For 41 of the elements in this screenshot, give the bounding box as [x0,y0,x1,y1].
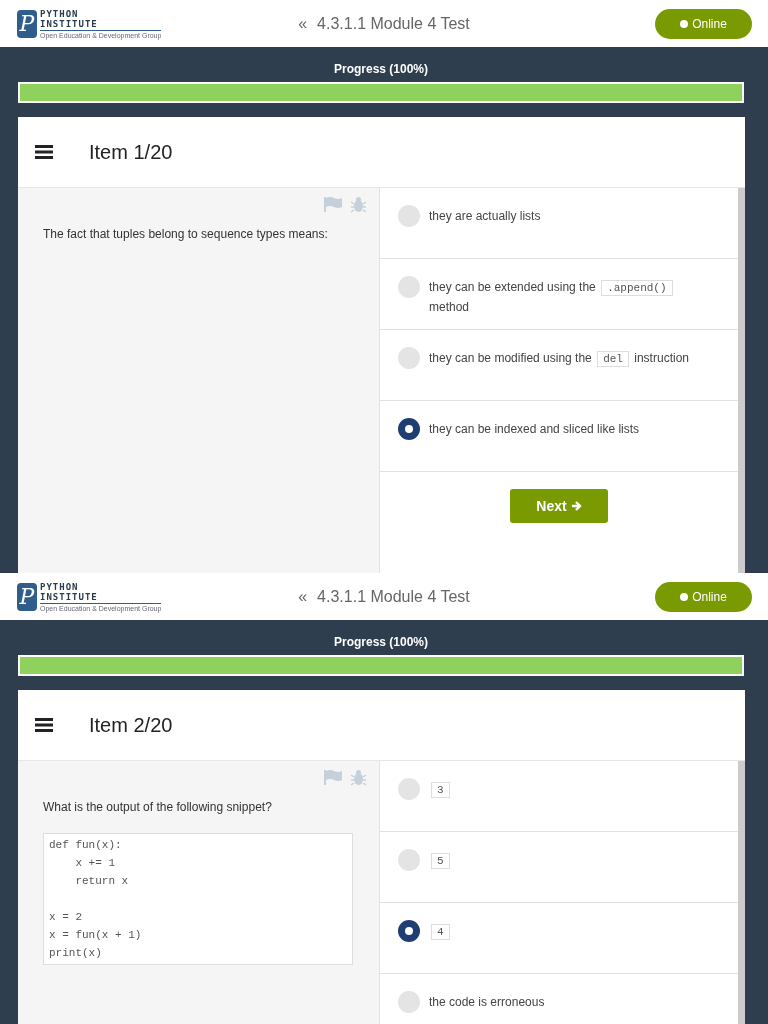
answer-option[interactable]: they are actually lists [429,206,541,226]
answer-option[interactable]: they can be extended using the .append() method [429,277,694,317]
logo-mark: P [17,9,37,38]
radio-button[interactable] [398,991,420,1013]
bug-icon[interactable] [350,196,367,213]
answer-option[interactable]: they can be indexed and sliced like lists [429,419,640,439]
menu-icon[interactable] [35,145,53,159]
item-title: Item 1/20 [89,140,173,164]
answer-option[interactable]: 3 [429,779,452,799]
logo-mark: P [17,582,37,611]
radio-button[interactable] [398,778,420,800]
radio-button[interactable] [398,205,420,227]
radio-button[interactable] [398,849,420,871]
module-title: 4.3.1.1 Module 4 Test [317,587,470,606]
back-link[interactable]: « [298,14,308,33]
question-text: What is the output of the following snippet? [43,800,273,814]
answer-option[interactable]: they can be modified using the del instruction [429,348,689,368]
module-title: 4.3.1.1 Module 4 Test [317,14,470,33]
radio-button[interactable] [398,276,420,298]
menu-icon[interactable] [35,718,53,732]
radio-button[interactable] [398,418,420,440]
flag-icon[interactable] [324,769,342,785]
logo-text: PYTHON [40,581,80,592]
logo-text: PYTHON [40,8,80,19]
radio-button[interactable] [398,347,420,369]
logo-text: INSTITUTE [40,591,162,604]
logo-text: INSTITUTE [40,18,162,31]
item-title: Item 2/20 [89,713,173,737]
question-text: The fact that tuples belong to sequence types means: [43,227,329,241]
answer-option[interactable]: the code is erroneous [429,992,545,1012]
scrollbar[interactable] [738,188,745,573]
bug-icon[interactable] [350,769,367,786]
answer-option[interactable]: 4 [429,921,452,941]
code-snippet: def fun(x): x += 1 return x x = 2 x = fun(x + 1) print(x) [43,833,353,965]
flag-icon[interactable] [324,196,342,212]
arrow-right-icon [570,500,582,512]
progress-label: Progress (100%) [332,62,429,76]
progress-label: Progress (100%) [332,635,429,649]
answer-option[interactable]: 5 [429,850,452,870]
radio-button[interactable] [398,920,420,942]
back-link[interactable]: « [298,587,308,606]
